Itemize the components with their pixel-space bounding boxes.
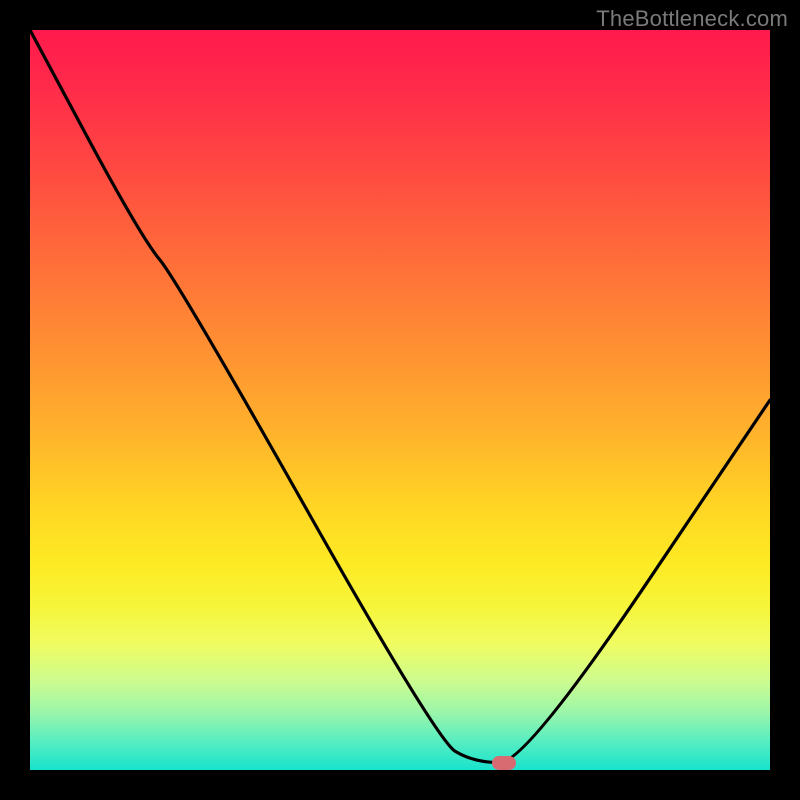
bottleneck-curve	[30, 30, 770, 770]
optimal-marker	[492, 756, 516, 770]
plot-area	[30, 30, 770, 770]
watermark-text: TheBottleneck.com	[596, 6, 788, 32]
chart-frame: TheBottleneck.com	[0, 0, 800, 800]
